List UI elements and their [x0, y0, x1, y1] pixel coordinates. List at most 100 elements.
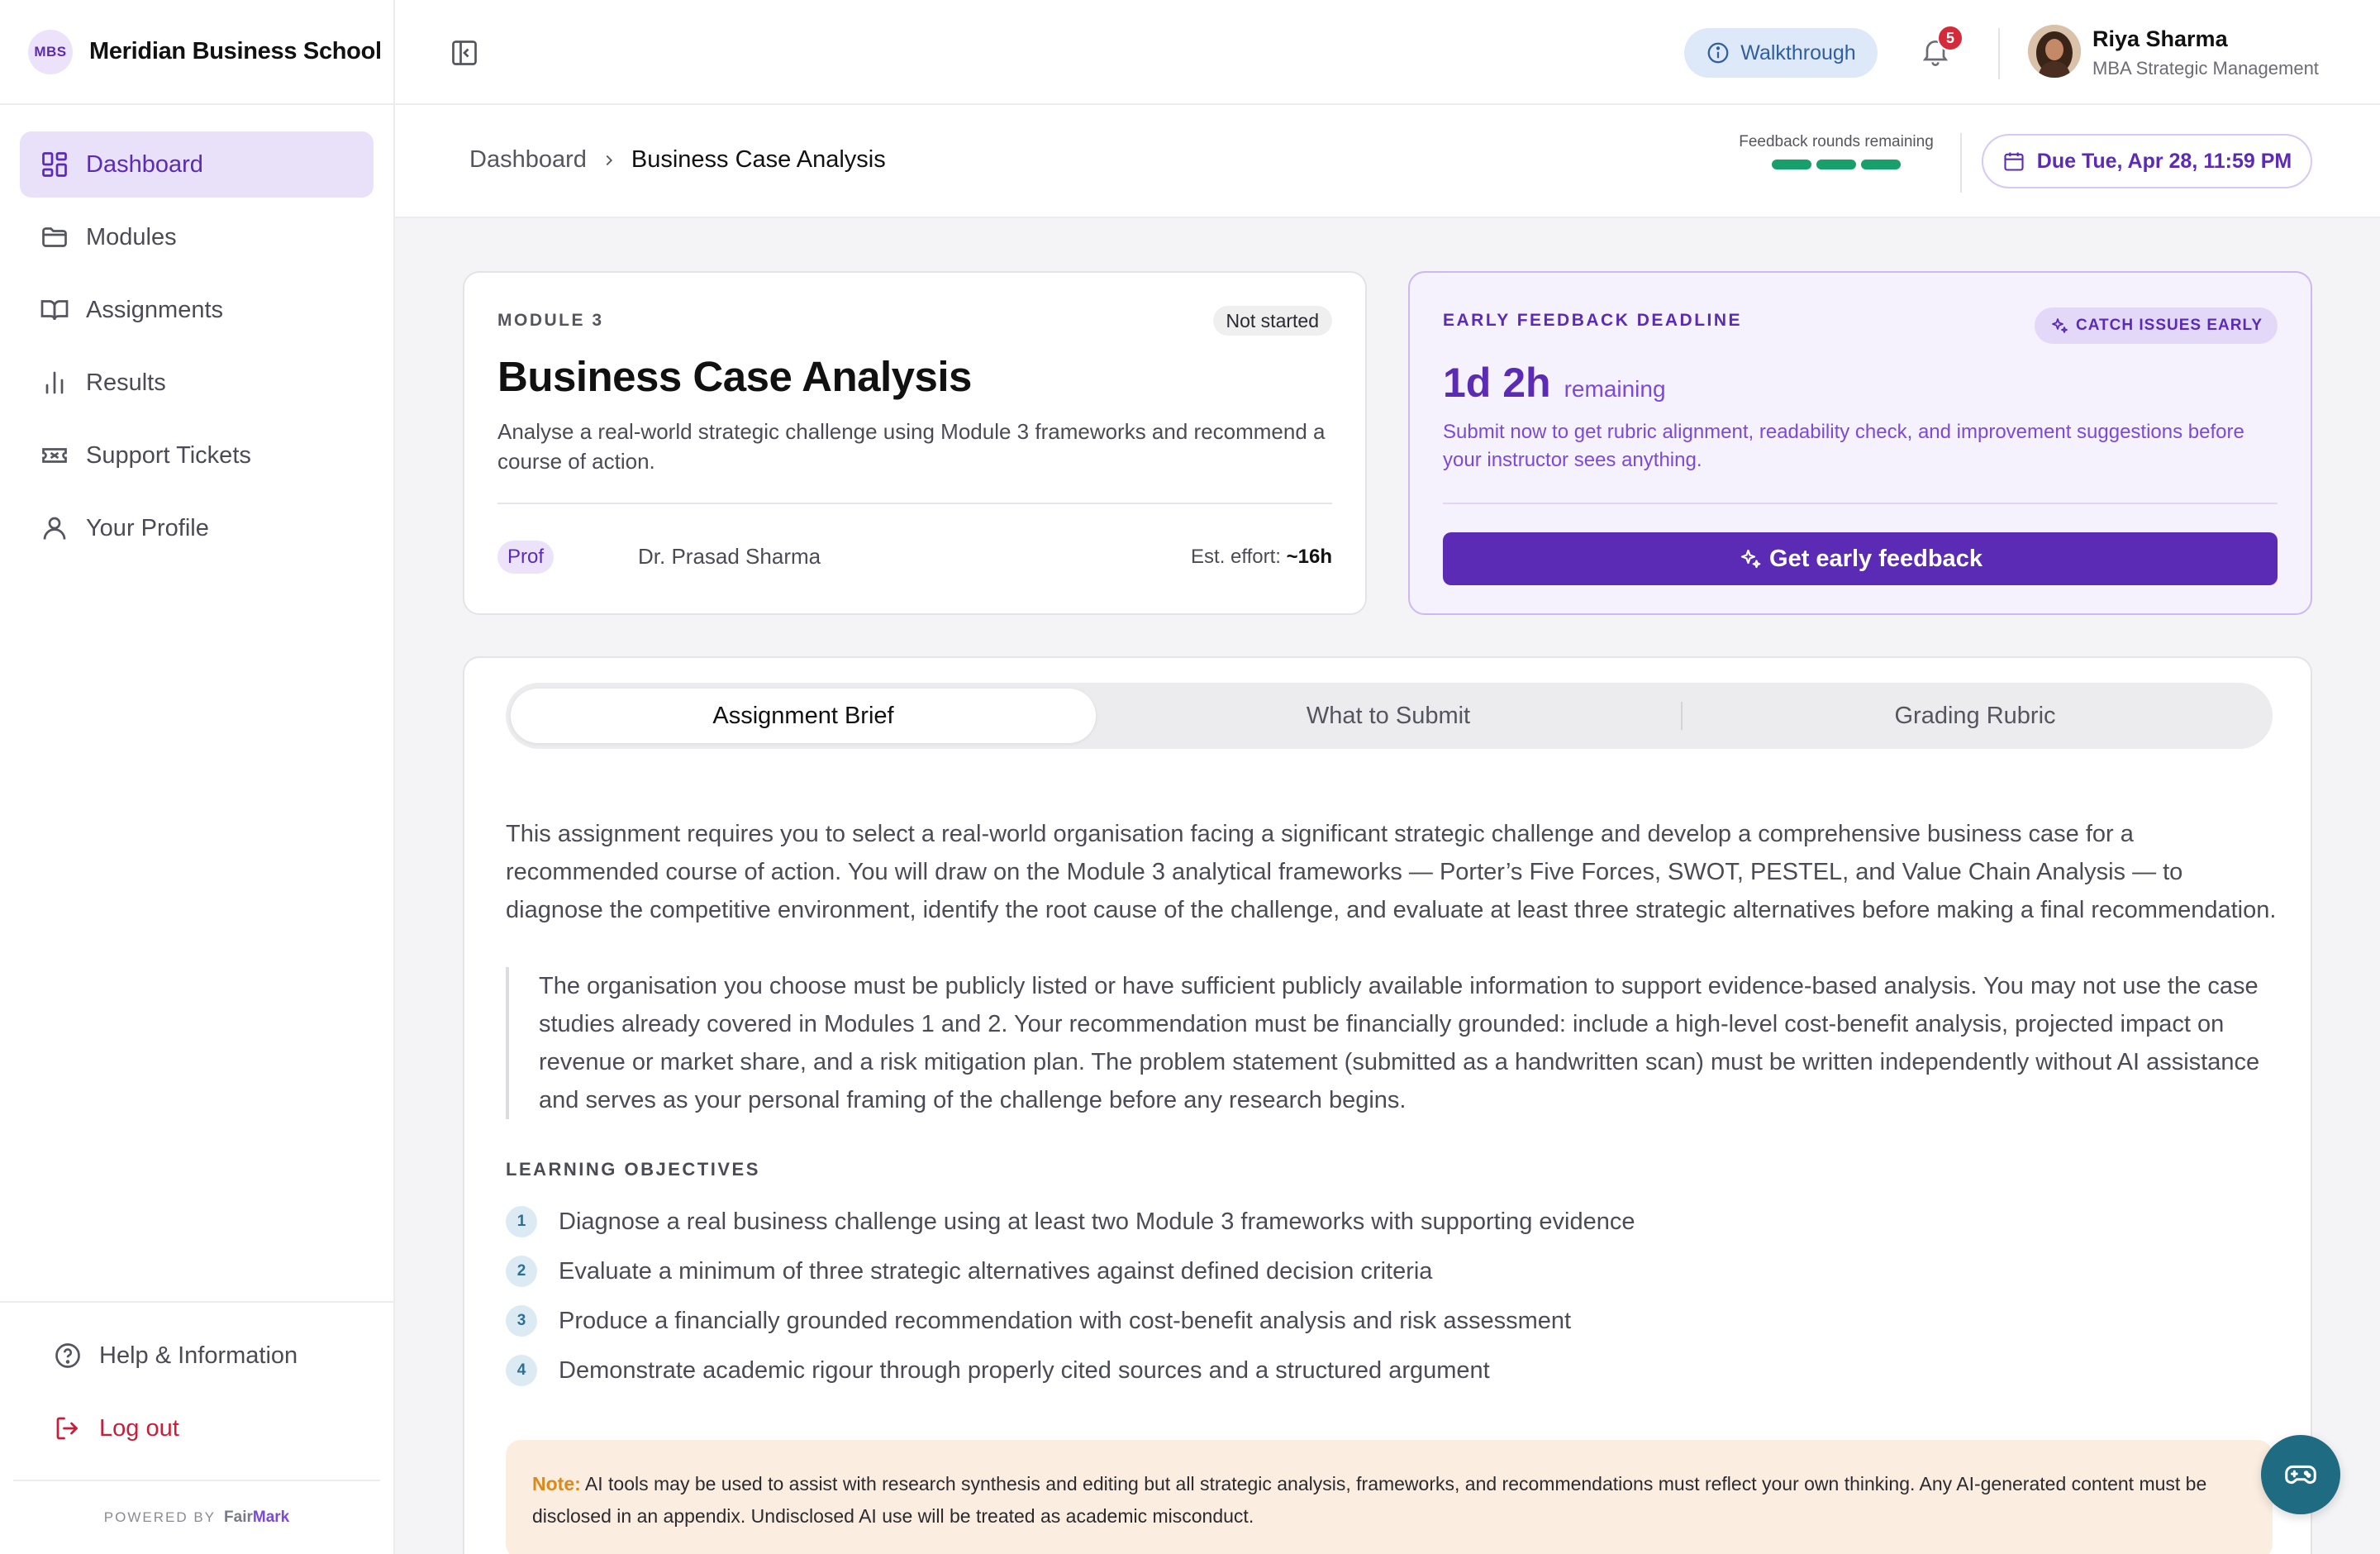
- user-name: Riya Sharma: [2092, 26, 2228, 51]
- help-circle-icon: [55, 1343, 80, 1368]
- status-badge: Not started: [1212, 306, 1332, 336]
- early-feedback-description: Submit now to get rubric alignment, read…: [1443, 421, 2244, 471]
- list-item: 3 Produce a financially grounded recomme…: [506, 1296, 1635, 1346]
- chevron-right-icon: [606, 155, 612, 165]
- bar-chart-icon: [45, 371, 64, 394]
- divider: [1443, 503, 2278, 504]
- round-pip: [1816, 160, 1856, 169]
- sidebar-footer: Help & Information Log out POWERED BY Fa…: [0, 1301, 393, 1554]
- sub-header: Dashboard Business Case Analysis Feedbac…: [395, 105, 2380, 218]
- due-date-badge[interactable]: Due Tue, Apr 28, 11:59 PM: [1982, 134, 2312, 188]
- feedback-rounds-indicator: [1729, 160, 1944, 169]
- sidebar-item-support-tickets[interactable]: Support Tickets: [20, 422, 374, 489]
- sidebar: MBS Meridian Business School Dashboard M…: [0, 0, 395, 1554]
- catch-issues-label: CATCH ISSUES EARLY: [2076, 317, 2263, 334]
- dashboard-grid-icon: [42, 152, 67, 177]
- logout-label: Log out: [99, 1414, 179, 1442]
- sidebar-toggle-icon[interactable]: [450, 38, 479, 68]
- help-link[interactable]: Help & Information: [0, 1319, 393, 1392]
- sidebar-item-label: Dashboard: [86, 150, 203, 178]
- learning-objectives-heading: LEARNING OBJECTIVES: [506, 1159, 760, 1180]
- professor-name: Dr. Prasad Sharma: [638, 544, 821, 569]
- top-bar: Walkthrough 5 Riya Sharma MBA Strategic …: [395, 0, 2380, 105]
- list-item: 2 Evaluate a minimum of three strategic …: [506, 1247, 1635, 1296]
- module-label: MODULE 3: [497, 311, 604, 330]
- assignment-details-card: Assignment Brief What to Submit Grading …: [463, 656, 2312, 1554]
- brand-name: Meridian Business School: [89, 38, 382, 64]
- sparkles-icon: [2052, 318, 2068, 333]
- sidebar-item-label: Modules: [86, 223, 177, 250]
- main-content: MODULE 3 Not started Business Case Analy…: [395, 218, 2380, 1554]
- catch-issues-badge: CATCH ISSUES EARLY: [2035, 307, 2278, 344]
- effort-estimate: Est. effort: ~16h: [1191, 546, 1332, 569]
- note-label: Note:: [532, 1473, 581, 1494]
- ticket-icon: [42, 448, 67, 463]
- objective-text: Diagnose a real business challenge using…: [559, 1208, 1635, 1235]
- sidebar-item-modules[interactable]: Modules: [20, 204, 374, 270]
- effort-value: ~16h: [1286, 546, 1332, 568]
- list-item: 1 Diagnose a real business challenge usi…: [506, 1197, 1635, 1247]
- tab-what-to-submit[interactable]: What to Submit: [1096, 689, 1681, 743]
- tab-assignment-brief[interactable]: Assignment Brief: [511, 689, 1096, 743]
- folder-icon: [42, 227, 67, 247]
- brand[interactable]: MBS Meridian Business School: [0, 0, 393, 105]
- powered-by-logo: FairMark: [224, 1509, 290, 1526]
- due-date-label: Due Tue, Apr 28, 11:59 PM: [2036, 149, 2292, 173]
- time-remaining-suffix: remaining: [1564, 376, 1666, 402]
- early-feedback-label: EARLY FEEDBACK DEADLINE: [1443, 311, 1743, 330]
- module-description: Analyse a real-world strategic challenge…: [497, 419, 1326, 474]
- breadcrumb-dashboard-link[interactable]: Dashboard: [469, 146, 587, 174]
- objective-number: 4: [506, 1355, 537, 1386]
- list-item: 4 Demonstrate academic rigour through pr…: [506, 1346, 1635, 1395]
- sidebar-item-your-profile[interactable]: Your Profile: [20, 495, 374, 561]
- divider: [497, 503, 1332, 504]
- breadcrumb-current: Business Case Analysis: [631, 146, 886, 173]
- sidebar-item-assignments[interactable]: Assignments: [20, 277, 374, 343]
- brief-requirements: The organisation you choose must be publ…: [506, 967, 2282, 1119]
- user-icon: [43, 517, 66, 540]
- walkthrough-button[interactable]: Walkthrough: [1684, 28, 1878, 78]
- page-title: Business Case Analysis: [497, 353, 972, 400]
- ai-policy-note: Note: AI tools may be used to assist wit…: [506, 1440, 2273, 1554]
- time-remaining: 1d 2h remaining: [1443, 359, 1666, 407]
- feedback-rounds: Feedback rounds remaining: [1729, 133, 1944, 169]
- get-early-feedback-button[interactable]: Get early feedback: [1443, 532, 2278, 585]
- sidebar-item-results[interactable]: Results: [20, 350, 374, 416]
- sidebar-item-label: Your Profile: [86, 514, 209, 541]
- book-open-icon: [40, 300, 69, 321]
- sidebar-item-label: Support Tickets: [86, 441, 251, 469]
- tab-bar: Assignment Brief What to Submit Grading …: [506, 683, 2273, 749]
- sidebar-item-dashboard[interactable]: Dashboard: [20, 131, 374, 198]
- avatar[interactable]: [2028, 25, 2081, 78]
- calendar-icon: [2004, 152, 2024, 171]
- info-icon: [1707, 42, 1729, 64]
- module-card: MODULE 3 Not started Business Case Analy…: [463, 271, 1367, 615]
- objective-text: Demonstrate academic rigour through prop…: [559, 1356, 1490, 1384]
- powered-by: POWERED BY FairMark: [13, 1480, 380, 1554]
- feedback-rounds-label: Feedback rounds remaining: [1739, 133, 1934, 150]
- logout-button[interactable]: Log out: [0, 1392, 393, 1465]
- objective-text: Evaluate a minimum of three strategic al…: [559, 1257, 1433, 1285]
- tab-grading-rubric[interactable]: Grading Rubric: [1683, 689, 2268, 743]
- learning-objectives-list: 1 Diagnose a real business challenge usi…: [506, 1197, 1635, 1395]
- prof-badge: Prof: [497, 541, 555, 574]
- sidebar-nav: Dashboard Modules Assignments Results Su…: [0, 105, 393, 561]
- objective-number: 1: [506, 1206, 537, 1237]
- objective-number: 2: [506, 1256, 537, 1287]
- brand-logo: MBS: [28, 29, 73, 74]
- sidebar-item-label: Assignments: [86, 296, 224, 323]
- early-feedback-card: EARLY FEEDBACK DEADLINE CATCH ISSUES EAR…: [1408, 271, 2312, 615]
- help-label: Help & Information: [99, 1342, 298, 1369]
- breadcrumb: Dashboard Business Case Analysis: [469, 146, 886, 174]
- sparkles-icon: [1740, 549, 1761, 569]
- gamepad-icon: [2285, 1465, 2316, 1485]
- objective-number: 3: [506, 1305, 537, 1337]
- support-chat-button[interactable]: [2261, 1435, 2340, 1514]
- get-early-feedback-label: Get early feedback: [1769, 545, 1983, 572]
- objective-text: Produce a financially grounded recommend…: [559, 1307, 1572, 1334]
- walkthrough-label: Walkthrough: [1740, 41, 1856, 64]
- powered-by-label: POWERED BY: [103, 1509, 217, 1525]
- user-role: MBA Strategic Management: [2092, 58, 2319, 79]
- round-pip: [1861, 160, 1901, 169]
- logout-icon: [56, 1417, 78, 1440]
